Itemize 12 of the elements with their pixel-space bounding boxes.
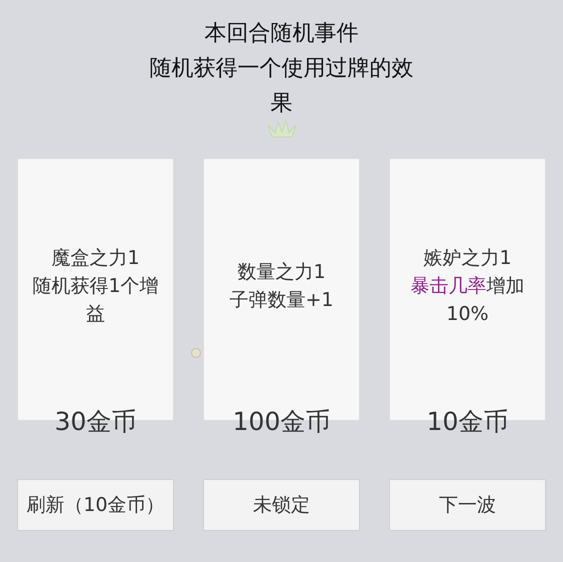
action-button[interactable]: 刷新（10金币） [17,479,174,531]
card-effect: 子弹数量+1 [229,288,334,312]
action-button[interactable]: 未锁定 [203,479,360,531]
card-name: 魔盒之力1 [51,246,140,270]
card-name: 数量之力1 [237,260,326,284]
crown-icon [266,119,298,139]
title-text: 本回合随机事件 [204,20,358,48]
action-button[interactable]: 下一波 [389,479,546,531]
card-effect: 暴击几率增加10% [410,274,526,326]
title-text: 随机获得一个使用过牌的效果 [148,55,414,118]
card-name: 嫉妒之力1 [423,246,512,270]
card-effect: 随机获得1个增益 [31,274,160,326]
